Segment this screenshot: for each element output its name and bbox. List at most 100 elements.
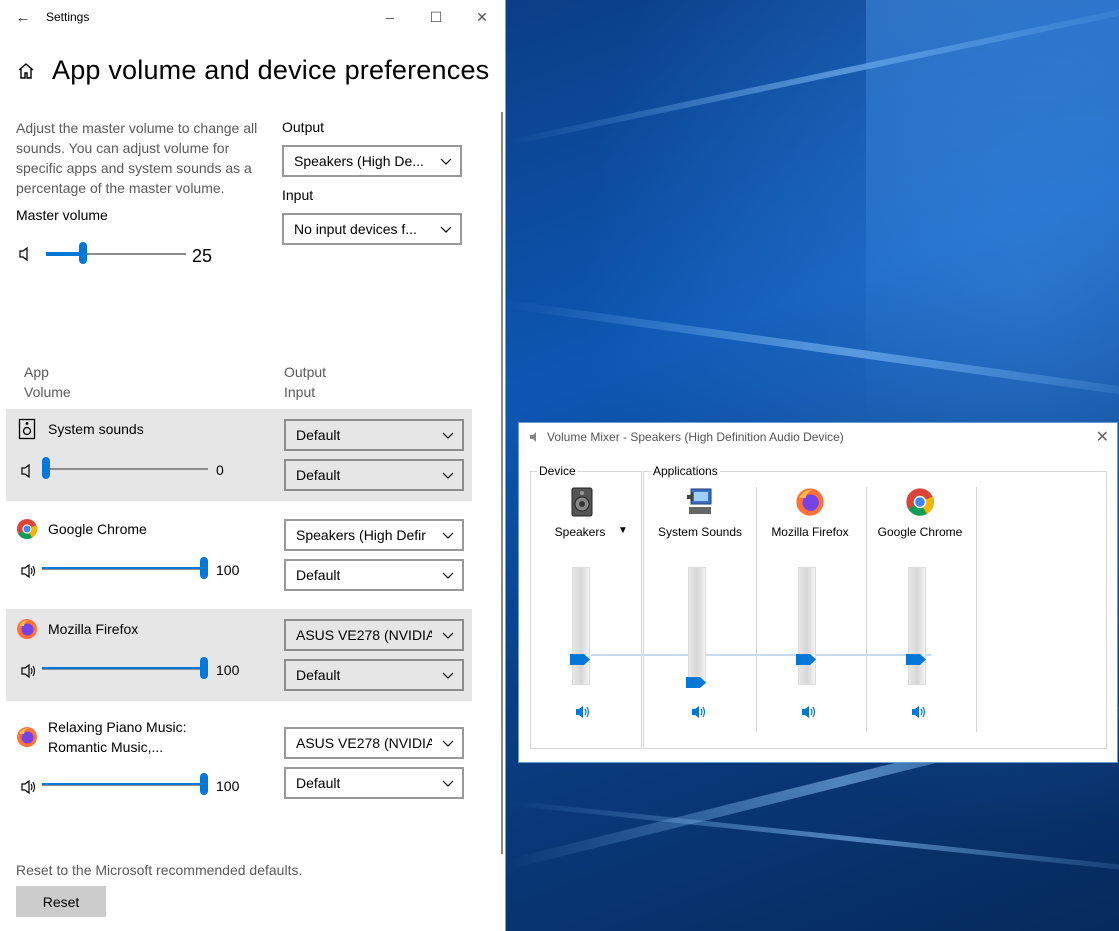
output-device-select[interactable]: Speakers (High De... xyxy=(282,145,462,177)
speaker-device-icon[interactable] xyxy=(567,487,597,517)
title-bar: ← Settings – ☐ ✕ xyxy=(0,0,505,34)
app-input-select[interactable]: Default xyxy=(284,459,464,491)
speaker-loud-icon[interactable] xyxy=(20,563,38,579)
minimize-button[interactable]: – xyxy=(367,9,413,25)
mute-speaker-icon[interactable] xyxy=(801,705,817,719)
device-legend: Device xyxy=(537,464,578,478)
mute-speaker-icon[interactable] xyxy=(691,705,707,719)
app-output-select[interactable]: Speakers (High Defir xyxy=(284,519,464,551)
separator xyxy=(866,487,867,732)
settings-window: ← Settings – ☐ ✕ App volume and device p… xyxy=(0,0,506,931)
input-device-select[interactable]: No input devices f... xyxy=(282,213,462,245)
mixer-title-bar: Volume Mixer - Speakers (High Definition… xyxy=(529,430,844,444)
speaker-icon[interactable] xyxy=(20,463,38,479)
chevron-down-icon xyxy=(440,226,452,233)
col-input: Input xyxy=(284,384,316,400)
col-app: App xyxy=(24,364,49,380)
firefox-icon xyxy=(17,727,37,747)
app-row-mozilla-firefox: Mozilla Firefox 100 ASUS VE278 (NVIDIA D… xyxy=(6,609,472,701)
master-volume-fill xyxy=(46,252,81,256)
device-dropdown-arrow-icon[interactable]: ▼ xyxy=(618,525,628,536)
page-title: App volume and device preferences xyxy=(52,55,490,85)
app-input-select[interactable]: Default xyxy=(284,659,464,691)
app-input-select[interactable]: Default xyxy=(284,767,464,799)
system-sounds-icon xyxy=(687,488,712,514)
app-row-relaxing-piano-music: Relaxing Piano Music: Romantic Music,...… xyxy=(6,709,472,809)
app-volume-slider[interactable] xyxy=(42,457,50,479)
app-input-value: Default xyxy=(296,667,341,683)
app-volume-value: 0 xyxy=(216,462,224,478)
app-input-select[interactable]: Default xyxy=(284,559,464,591)
reset-button[interactable]: Reset xyxy=(16,886,106,917)
window-title: Settings xyxy=(46,10,90,24)
chevron-down-icon xyxy=(442,780,454,787)
speaker-loud-icon[interactable] xyxy=(20,779,38,795)
app-name: Google Chrome xyxy=(48,521,147,537)
volume-mixer-window: Volume Mixer - Speakers (High Definition… xyxy=(518,422,1118,763)
reset-note: Reset to the Microsoft recommended defau… xyxy=(16,862,303,878)
input-device-value: No input devices f... xyxy=(294,221,417,237)
column-header-devices: Output Input xyxy=(284,362,326,402)
mute-speaker-icon[interactable] xyxy=(575,705,591,719)
firefox-icon xyxy=(17,619,37,639)
mixer-title: Volume Mixer - Speakers (High Definition… xyxy=(547,430,844,444)
home-icon[interactable] xyxy=(16,61,36,81)
volume-track xyxy=(572,567,590,685)
app-input-value: Default xyxy=(296,775,341,791)
app-input-value: Default xyxy=(296,467,341,483)
master-volume-slider[interactable] xyxy=(79,242,87,264)
app-output-select[interactable]: ASUS VE278 (NVIDIA xyxy=(284,727,464,759)
channel-name: System Sounds xyxy=(657,525,743,539)
chevron-down-icon xyxy=(442,672,454,679)
linked-level-line xyxy=(591,654,931,656)
firefox-icon xyxy=(796,488,824,516)
volume-track xyxy=(42,468,208,470)
app-row-google-chrome: Google Chrome 100 Speakers (High Defir D… xyxy=(6,509,472,601)
close-button[interactable]: ✕ xyxy=(459,9,505,26)
app-volume-value: 100 xyxy=(216,662,240,678)
back-arrow-icon[interactable]: ← xyxy=(0,9,46,26)
app-output-select[interactable]: Default xyxy=(284,419,464,451)
chrome-icon xyxy=(17,519,38,540)
app-name: System sounds xyxy=(48,421,144,437)
chrome-icon xyxy=(906,488,935,516)
master-volume-value: 25 xyxy=(192,246,213,266)
volume-fill xyxy=(42,567,208,569)
app-output-select[interactable]: ASUS VE278 (NVIDIA xyxy=(284,619,464,651)
chevron-down-icon xyxy=(442,432,454,439)
volume-fill xyxy=(42,783,208,785)
speaker-icon xyxy=(530,432,536,442)
app-name: Mozilla Firefox xyxy=(48,621,139,637)
description-text: Adjust the master volume to change all s… xyxy=(16,120,258,196)
volume-track xyxy=(798,567,816,685)
speaker-loud-icon[interactable] xyxy=(20,663,38,679)
app-volume-slider[interactable] xyxy=(200,657,208,679)
volume-track xyxy=(908,567,926,685)
col-volume: Volume xyxy=(24,384,71,400)
speaker-box-icon xyxy=(18,418,36,440)
master-volume-label: Master volume xyxy=(16,207,108,223)
app-output-value: Speakers (High Defir xyxy=(296,527,426,543)
app-volume-slider[interactable] xyxy=(200,773,208,795)
separator xyxy=(976,487,977,732)
chevron-down-icon xyxy=(442,472,454,479)
output-device-value: Speakers (High De... xyxy=(294,153,424,169)
input-label: Input xyxy=(282,187,314,203)
close-icon[interactable]: ✕ xyxy=(1096,427,1109,447)
scrollbar[interactable] xyxy=(501,112,503,854)
chevron-down-icon xyxy=(442,740,454,747)
output-label: Output xyxy=(282,119,325,135)
app-volume-value: 100 xyxy=(216,562,240,578)
mute-speaker-icon[interactable] xyxy=(911,705,927,719)
applications-legend: Applications xyxy=(651,464,720,478)
master-volume-row: 25 xyxy=(16,240,236,270)
speaker-icon[interactable] xyxy=(18,246,36,262)
volume-fill xyxy=(42,667,208,669)
maximize-button[interactable]: ☐ xyxy=(413,9,459,26)
app-name: Relaxing Piano Music: Romantic Music,... xyxy=(48,719,187,755)
app-output-value: ASUS VE278 (NVIDIA xyxy=(296,627,432,643)
col-output: Output xyxy=(284,364,327,380)
column-header-app: App Volume xyxy=(24,362,71,402)
channel-name: Mozilla Firefox xyxy=(771,525,849,539)
app-volume-slider[interactable] xyxy=(200,557,208,579)
